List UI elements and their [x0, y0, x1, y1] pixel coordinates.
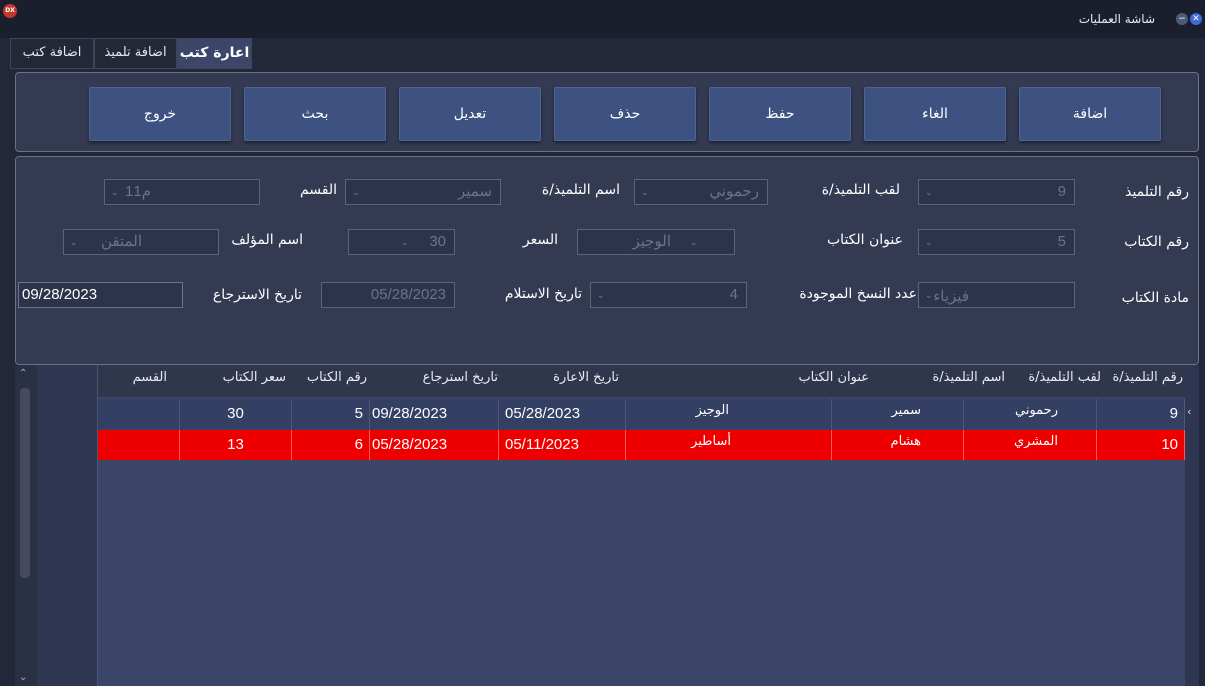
chevron-down-icon: ⌄	[925, 290, 933, 300]
tab-add-student[interactable]: اضافة تلميذ	[94, 38, 177, 69]
minimize-icon[interactable]: −	[1176, 13, 1188, 25]
window-title: شاشة العمليات	[1078, 12, 1155, 26]
delete-button[interactable]: حذف	[554, 87, 696, 141]
student-id-label: رقم التلميذ	[1125, 184, 1189, 200]
cell-student-id: 9	[1097, 399, 1185, 429]
cell-book-id: 6	[292, 430, 370, 460]
table-row[interactable]: 30 5 09/28/2023 05/28/2023 الوجيز سمير ر…	[98, 399, 1185, 429]
author-combo[interactable]: المتقن ⌄	[63, 229, 219, 255]
section-combo[interactable]: 1م1 ⌄	[104, 179, 260, 205]
col-return-date[interactable]: تاريخ استرجاع	[423, 370, 498, 385]
cell-surname: المشري	[964, 430, 1097, 460]
author-label: اسم المؤلف	[231, 232, 303, 248]
add-button[interactable]: اضافة	[1019, 87, 1161, 141]
scroll-up-icon[interactable]: ⌃	[19, 368, 27, 379]
return-date-label: تاريخ الاسترجاع	[212, 287, 302, 303]
cell-section	[98, 430, 180, 460]
chevron-down-icon: ⌄	[925, 237, 933, 247]
book-id-label: رقم الكتاب	[1124, 234, 1189, 250]
copies-value: 4	[729, 286, 738, 303]
close-icon[interactable]: ✕	[1190, 13, 1202, 25]
student-surname-combo[interactable]: رحموني ⌄	[634, 179, 768, 205]
cell-book-title: أساطير	[626, 430, 832, 460]
book-title-label: عنوان الكتاب	[827, 232, 903, 248]
cell-section	[98, 399, 180, 429]
return-date-value: 09/28/2023	[22, 286, 98, 303]
scrollbar-thumb[interactable]	[20, 388, 30, 578]
cell-student-name: هشام	[832, 430, 964, 460]
book-id-value: 5	[1057, 233, 1066, 250]
col-book-price[interactable]: سعر الكتاب	[223, 370, 286, 385]
subject-combo[interactable]: فيزياء ⌄	[918, 282, 1075, 308]
copies-combo[interactable]: 4 ⌄	[590, 282, 747, 308]
app-logo-icon: DX	[3, 4, 17, 18]
col-section[interactable]: القسم	[133, 370, 167, 385]
tab-add-books[interactable]: اضافة كتب	[10, 38, 94, 69]
chevron-down-icon: ⌄	[401, 237, 409, 247]
chevron-down-icon: ⌄	[925, 187, 933, 197]
price-label: السعر	[522, 232, 558, 248]
cell-student-name: سمير	[832, 399, 964, 429]
edit-button[interactable]: تعديل	[399, 87, 541, 141]
cell-price: 13	[180, 430, 292, 460]
section-label: القسم	[299, 182, 337, 198]
chevron-down-icon: ⌄	[597, 290, 605, 300]
cell-return-date: 09/28/2023	[370, 399, 499, 429]
chevron-down-icon: ⌄	[641, 187, 649, 197]
row-pointer-icon: ‹	[1187, 405, 1192, 418]
tab-lend-books[interactable]: اعارة كتب	[177, 38, 252, 69]
col-surname[interactable]: لقب التلميذ/ة	[1028, 370, 1101, 385]
cancel-button[interactable]: الغاء	[864, 87, 1006, 141]
scroll-down-icon[interactable]: ⌄	[19, 672, 27, 683]
col-student-name[interactable]: اسم التلميذ/ة	[932, 370, 1005, 385]
exit-button[interactable]: خروج	[89, 87, 231, 141]
student-name-combo[interactable]: سمير ⌄	[345, 179, 501, 205]
cell-book-title: الوجيز	[626, 399, 832, 429]
price-value: 30	[429, 233, 446, 250]
col-student-id[interactable]: رقم التلميذ/ة	[1112, 370, 1183, 385]
cell-book-id: 5	[292, 399, 370, 429]
student-name-label: اسم التلميذ/ة	[541, 182, 620, 198]
subject-value: فيزياء	[933, 288, 969, 305]
student-name-value: سمير	[457, 183, 492, 200]
book-title-value: الوجيز	[632, 233, 671, 250]
author-value: المتقن	[101, 233, 142, 250]
table-row[interactable]: 13 6 05/28/2023 05/11/2023 أساطير هشام ا…	[98, 430, 1185, 460]
student-id-value: 9	[1057, 183, 1066, 200]
col-loan-date[interactable]: تاريخ الاعارة	[553, 370, 619, 385]
student-surname-label: لقب التلميذ/ة	[821, 182, 900, 198]
chevron-down-icon: ⌄	[70, 237, 78, 247]
col-book-id[interactable]: رقم الكتاب	[307, 370, 367, 385]
title-bar	[0, 0, 1205, 38]
chevron-down-icon: ⌄	[352, 187, 360, 197]
price-combo[interactable]: 30 ⌄	[348, 229, 455, 255]
copies-label: عدد النسخ الموجودة	[799, 286, 917, 302]
cell-student-id: 10	[1097, 430, 1185, 460]
chevron-down-icon: ⌄	[111, 187, 119, 197]
cell-loan-date: 05/28/2023	[499, 399, 626, 429]
student-surname-value: رحموني	[709, 183, 759, 200]
cell-return-date: 05/28/2023	[370, 430, 499, 460]
book-id-combo[interactable]: 5 ⌄	[918, 229, 1075, 255]
student-id-combo[interactable]: 9 ⌄	[918, 179, 1075, 205]
receive-date-label: تاريخ الاستلام	[504, 286, 582, 302]
section-value: 1م1	[125, 183, 151, 200]
book-title-combo[interactable]: الوجيز ⌄	[577, 229, 735, 255]
chevron-down-icon: ⌄	[690, 237, 698, 247]
receive-date-field[interactable]: 05/28/2023	[321, 282, 455, 308]
subject-label: مادة الكتاب	[1121, 290, 1189, 306]
col-book-title[interactable]: عنوان الكتاب	[798, 370, 869, 385]
search-button[interactable]: بحث	[244, 87, 386, 141]
cell-price: 30	[180, 399, 292, 429]
return-date-field[interactable]: 09/28/2023	[18, 282, 183, 308]
cell-surname: رحموني	[964, 399, 1097, 429]
save-button[interactable]: حفظ	[709, 87, 851, 141]
receive-date-value: 05/28/2023	[370, 286, 446, 303]
cell-loan-date: 05/11/2023	[499, 430, 626, 460]
